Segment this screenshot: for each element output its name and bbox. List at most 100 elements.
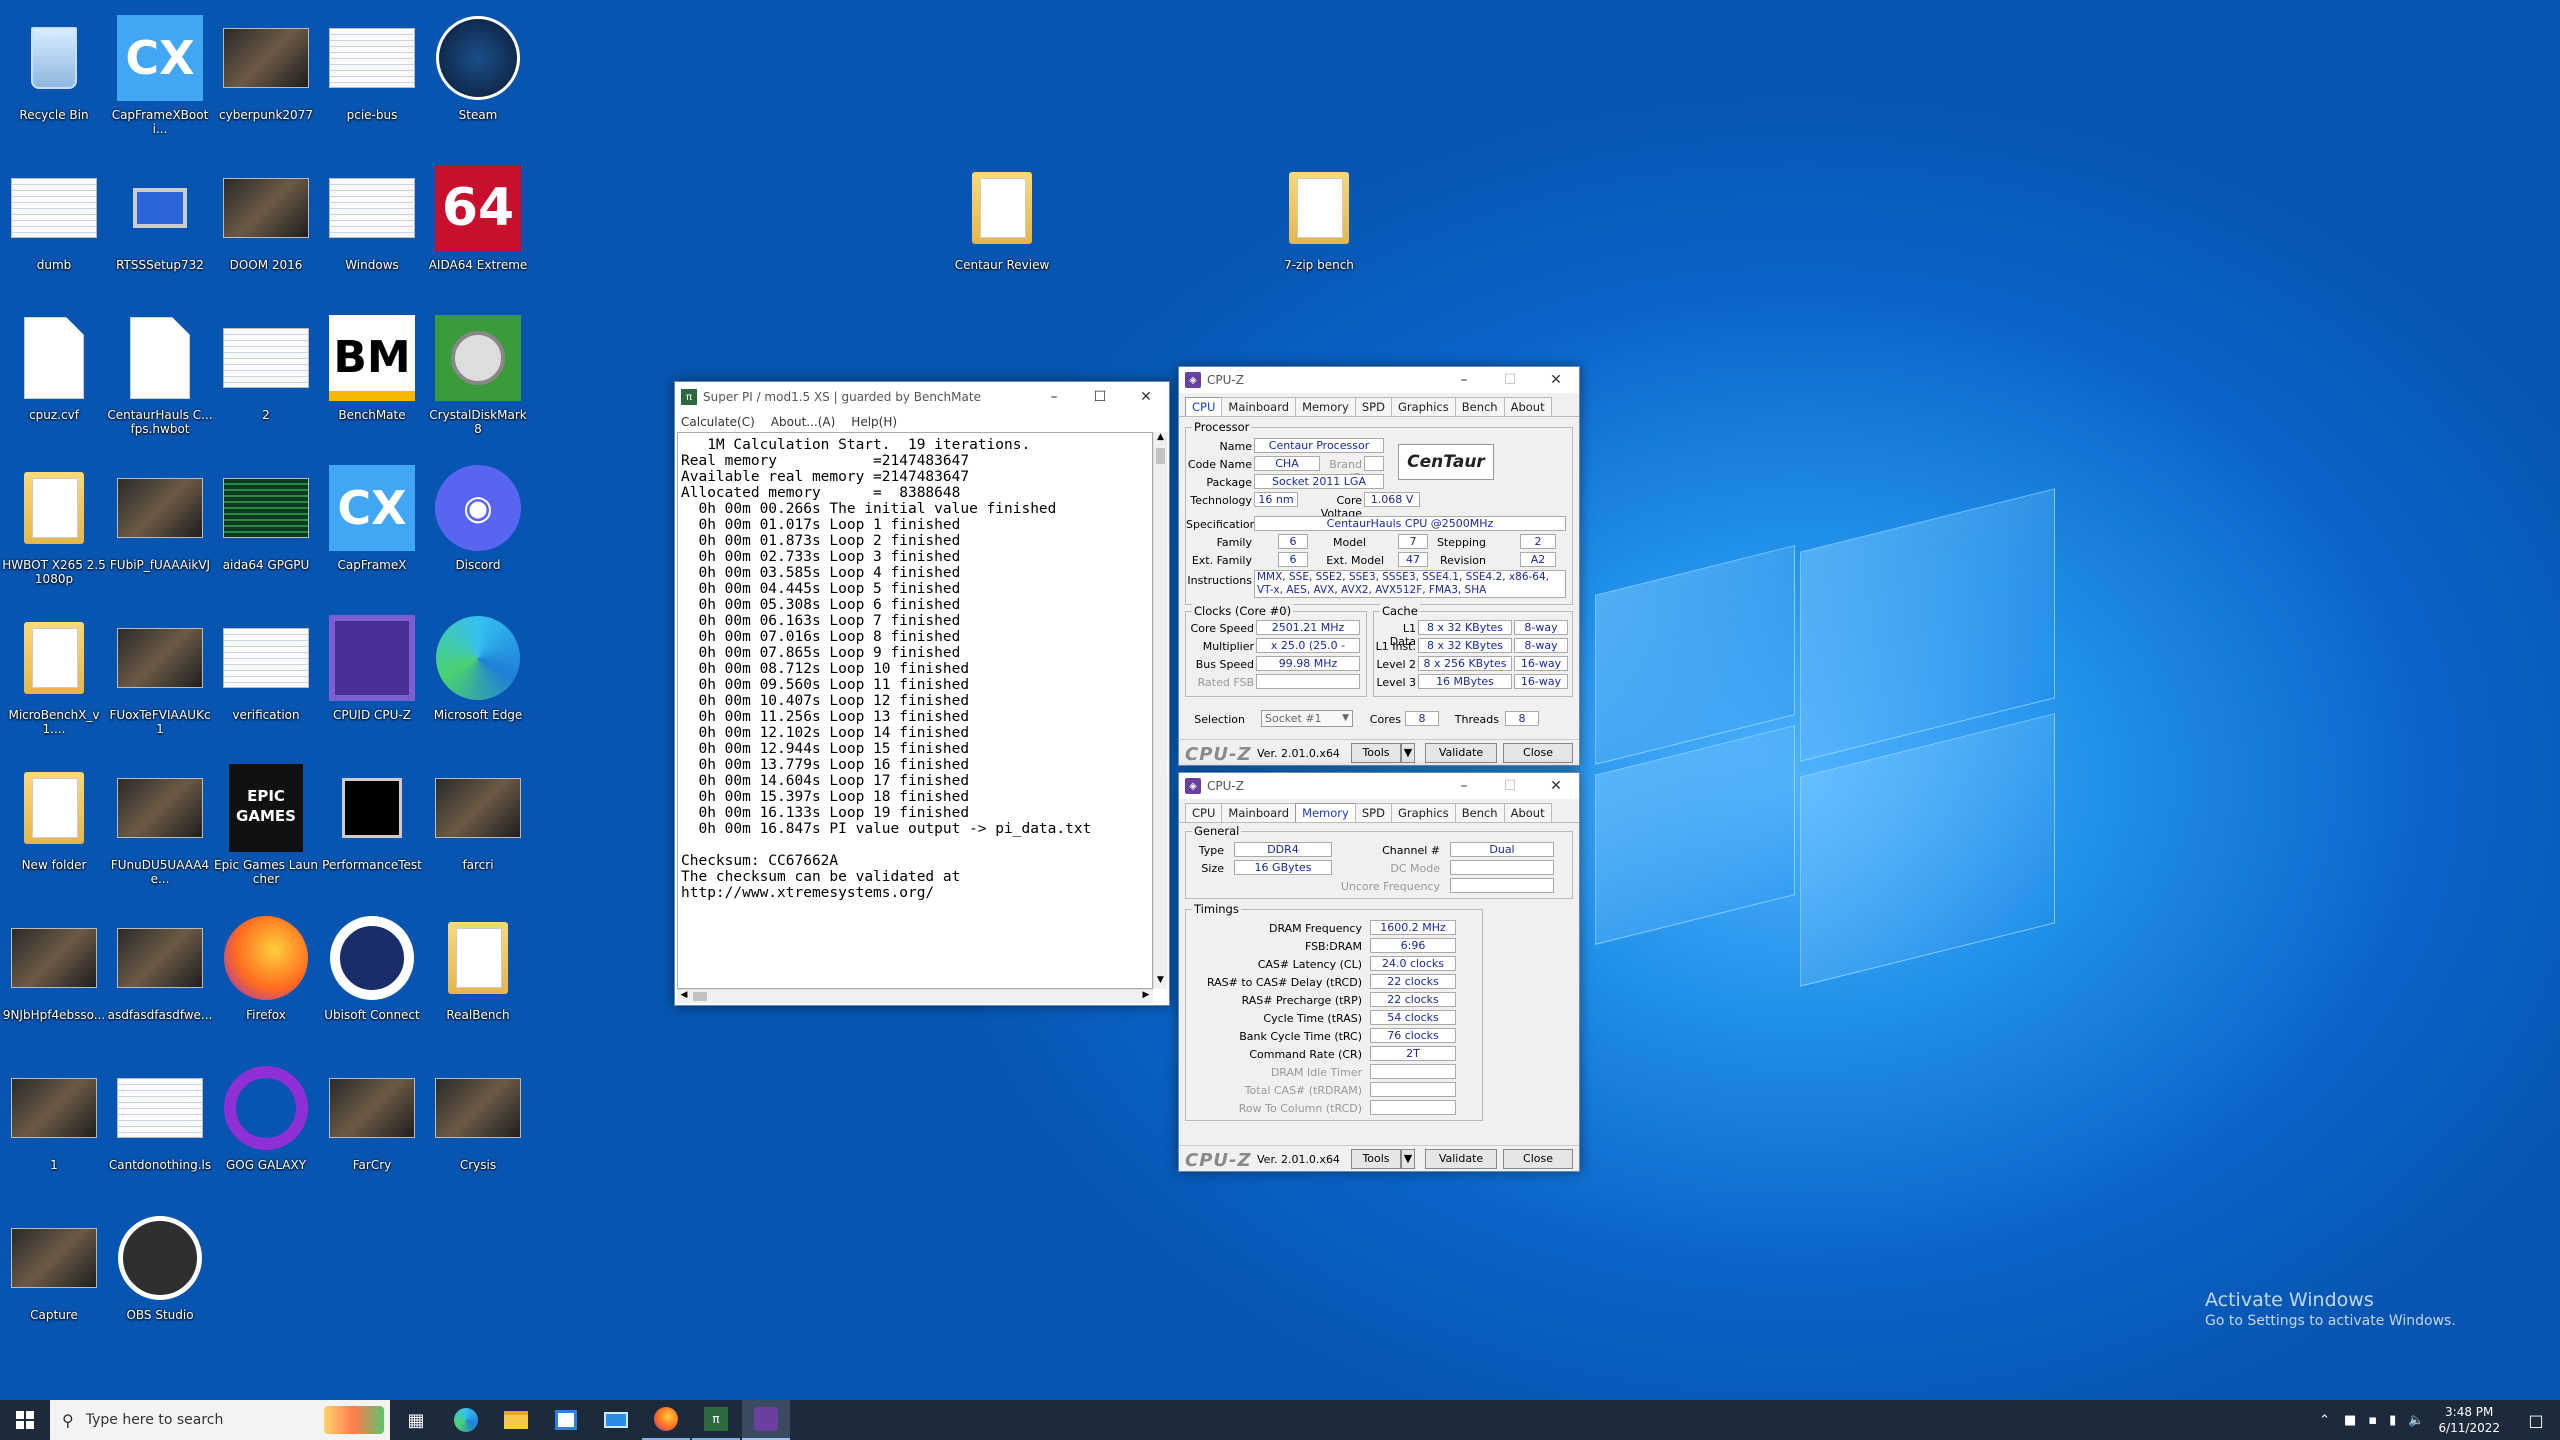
tab-memory[interactable]: Memory <box>1295 397 1356 416</box>
file-explorer-icon[interactable] <box>492 1400 540 1440</box>
network-icon[interactable]: ■ <box>2344 1413 2356 1428</box>
desktop-icon[interactable]: verification <box>213 604 319 750</box>
validate-button[interactable]: Validate <box>1425 1149 1497 1169</box>
desktop-icon[interactable]: Cantdonothing.ls <box>107 1054 213 1200</box>
desktop-icon[interactable]: 7-zip bench <box>1266 154 1372 300</box>
desktop-icon[interactable]: CentaurHauls C... fps.hwbot <box>107 304 213 450</box>
superpi-titlebar[interactable]: π Super PI / mod1.5 XS | guarded by Benc… <box>675 382 1169 412</box>
desktop-icon[interactable]: Microsoft Edge <box>425 604 531 750</box>
tab-about[interactable]: About <box>1503 397 1552 416</box>
desktop-icon[interactable]: CPUID CPU-Z <box>319 604 425 750</box>
tools-dropdown-icon[interactable]: ▼ <box>1401 743 1415 763</box>
usb-icon[interactable]: ▪ <box>2368 1413 2377 1428</box>
desktop-icon[interactable]: Ubisoft Connect <box>319 904 425 1050</box>
tab-about[interactable]: About <box>1503 803 1552 822</box>
chevron-up-icon[interactable]: ⌃ <box>2319 1413 2330 1428</box>
tab-spd[interactable]: SPD <box>1354 803 1392 822</box>
cpuz-titlebar[interactable]: ◈ CPU-Z – ☐ ✕ <box>1179 773 1579 799</box>
desktop-icon[interactable]: FUnuDU5UAAA4e... <box>107 754 213 900</box>
desktop-icon[interactable]: BM BenchMate <box>319 304 425 450</box>
validate-button[interactable]: Validate <box>1425 743 1497 763</box>
horizontal-scrollbar[interactable]: ◀ ▶ <box>677 989 1153 1003</box>
desktop-icon[interactable]: DOOM 2016 <box>213 154 319 300</box>
cpuz-memory-window[interactable]: ◈ CPU-Z – ☐ ✕ CPU Mainboard Memory SPD G… <box>1178 772 1580 1172</box>
search-box[interactable]: ⚲ Type here to search <box>50 1400 390 1440</box>
cpuz-taskbar-icon[interactable] <box>742 1400 790 1440</box>
close-button[interactable]: ✕ <box>1533 367 1579 393</box>
notification-icon[interactable]: □ <box>2512 1400 2560 1440</box>
tools-dropdown-icon[interactable]: ▼ <box>1401 1149 1415 1169</box>
battery-icon[interactable]: ▮ <box>2389 1413 2396 1428</box>
menu-about[interactable]: About...(A) <box>771 415 836 429</box>
desktop-icon[interactable]: MicroBenchX_v1.... <box>1 604 107 750</box>
desktop-icon[interactable]: Windows <box>319 154 425 300</box>
vertical-scrollbar[interactable]: ▲ ▼ <box>1153 432 1167 989</box>
tools-button[interactable]: Tools <box>1351 1149 1401 1169</box>
desktop-icon[interactable]: Steam <box>425 4 531 150</box>
tab-spd[interactable]: SPD <box>1354 397 1392 416</box>
cpuz-cpu-window[interactable]: ◈ CPU-Z – ☐ ✕ CPU Mainboard Memory SPD G… <box>1178 366 1580 766</box>
tab-cpu[interactable]: CPU <box>1185 803 1223 822</box>
desktop-icon[interactable]: Firefox <box>213 904 319 1050</box>
desktop-icon[interactable]: cyberpunk2077 <box>213 4 319 150</box>
desktop-icon[interactable]: FUbiP_fUAAAikVJ <box>107 454 213 600</box>
mail-icon[interactable] <box>592 1400 640 1440</box>
close-button[interactable]: ✕ <box>1123 382 1169 412</box>
desktop-icon[interactable]: 2 <box>213 304 319 450</box>
desktop-icon[interactable]: Recycle Bin <box>1 4 107 150</box>
desktop-icon[interactable]: Centaur Review <box>949 154 1055 300</box>
tools-button[interactable]: Tools <box>1351 743 1401 763</box>
desktop-icon[interactable]: RealBench <box>425 904 531 1050</box>
menu-calculate[interactable]: Calculate(C) <box>681 415 755 429</box>
close-button[interactable]: Close <box>1503 1149 1573 1169</box>
desktop-icon[interactable]: OBS Studio <box>107 1204 213 1350</box>
desktop-icon[interactable]: aida64 GPGPU <box>213 454 319 600</box>
desktop-icon[interactable]: CX CapFrameX <box>319 454 425 600</box>
cpuz-titlebar[interactable]: ◈ CPU-Z – ☐ ✕ <box>1179 367 1579 393</box>
desktop-icon[interactable]: dumb <box>1 154 107 300</box>
desktop-icon[interactable]: FarCry <box>319 1054 425 1200</box>
desktop-icon[interactable]: 64 AIDA64 Extreme <box>425 154 531 300</box>
menu-help[interactable]: Help(H) <box>851 415 897 429</box>
desktop-icon[interactable]: PerformanceTest <box>319 754 425 900</box>
firefox-taskbar-icon[interactable] <box>642 1400 690 1440</box>
desktop-icon[interactable]: Crysis <box>425 1054 531 1200</box>
tab-bench[interactable]: Bench <box>1454 397 1505 416</box>
volume-icon[interactable]: 🔈 <box>2408 1413 2424 1428</box>
desktop-icon[interactable]: GOG GALAXY <box>213 1054 319 1200</box>
store-icon[interactable] <box>542 1400 590 1440</box>
desktop-icon[interactable]: New folder <box>1 754 107 900</box>
task-view-button[interactable]: ▦ <box>392 1400 440 1440</box>
superpi-window[interactable]: π Super PI / mod1.5 XS | guarded by Benc… <box>674 381 1170 1006</box>
tab-mainboard[interactable]: Mainboard <box>1221 397 1297 416</box>
desktop-icon[interactable]: CrystalDiskMark 8 <box>425 304 531 450</box>
desktop-icon[interactable]: 9NJbHpf4ebsso... <box>1 904 107 1050</box>
desktop-icon[interactable]: Capture <box>1 1204 107 1350</box>
tab-graphics[interactable]: Graphics <box>1390 397 1456 416</box>
minimize-button[interactable]: – <box>1441 367 1487 393</box>
minimize-button[interactable]: – <box>1441 773 1487 799</box>
desktop-icon[interactable]: HWBOT X265 2.5 1080p <box>1 454 107 600</box>
desktop-icon[interactable]: CX CapFrameXBooti... <box>107 4 213 150</box>
close-button[interactable]: ✕ <box>1533 773 1579 799</box>
close-button[interactable]: Close <box>1503 743 1573 763</box>
desktop-icon[interactable]: FUoxTeFVIAAUKc1 <box>107 604 213 750</box>
desktop-icon[interactable]: farcri <box>425 754 531 900</box>
tab-mainboard[interactable]: Mainboard <box>1221 803 1297 822</box>
maximize-button[interactable]: ☐ <box>1487 773 1533 799</box>
desktop-icon[interactable]: asdfasdfasdfwe... <box>107 904 213 1050</box>
tab-cpu[interactable]: CPU <box>1185 397 1223 416</box>
tab-memory[interactable]: Memory <box>1295 803 1356 822</box>
edge-taskbar-icon[interactable] <box>442 1400 490 1440</box>
desktop-icon[interactable]: pcie-bus <box>319 4 425 150</box>
desktop-icon[interactable]: cpuz.cvf <box>1 304 107 450</box>
clock[interactable]: 3:48 PM 6/11/2022 <box>2438 1404 2500 1436</box>
desktop-icon[interactable]: RTSSSetup732 <box>107 154 213 300</box>
maximize-button[interactable]: ☐ <box>1077 382 1123 412</box>
benchmate-taskbar-icon[interactable]: π <box>692 1400 740 1440</box>
minimize-button[interactable]: – <box>1031 382 1077 412</box>
desktop-icon[interactable]: ◉ Discord <box>425 454 531 600</box>
maximize-button[interactable]: ☐ <box>1487 367 1533 393</box>
tab-graphics[interactable]: Graphics <box>1390 803 1456 822</box>
socket-select[interactable]: Socket #1 ▼ <box>1261 710 1353 727</box>
